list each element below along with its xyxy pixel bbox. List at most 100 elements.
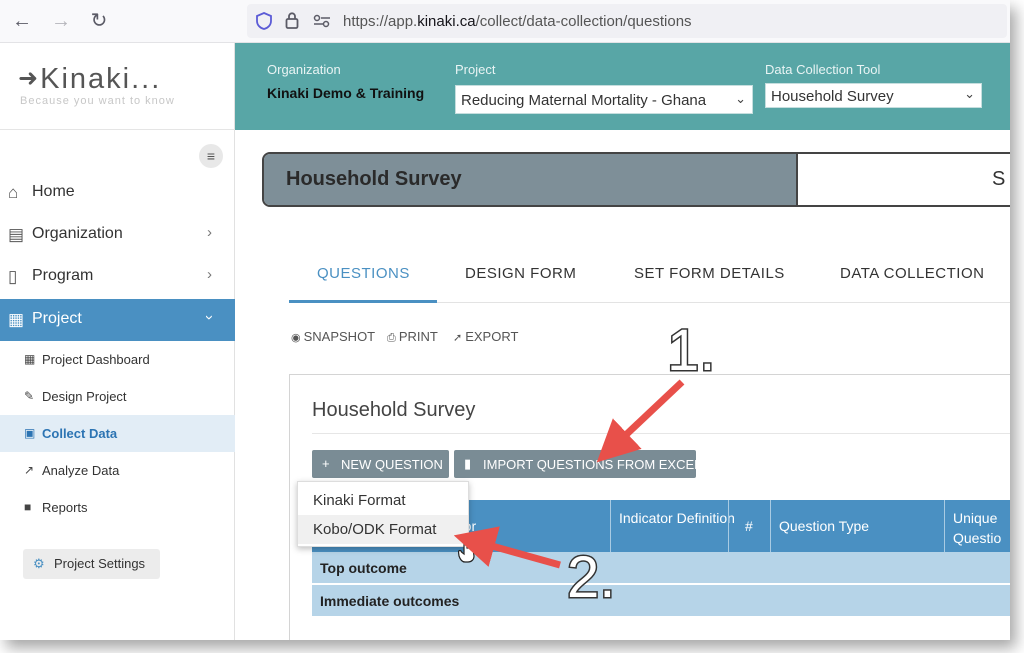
survey-header-right-text: S bbox=[992, 168, 1006, 190]
subnav-project-dashboard[interactable]: ▦ Project Dashboard bbox=[0, 341, 235, 378]
subnav-label: Reports bbox=[42, 500, 88, 515]
chevron-down-icon: › bbox=[201, 315, 218, 320]
new-question-menu: Kinaki Format Kobo/ODK Format bbox=[297, 481, 469, 547]
menu-item-kinaki-format[interactable]: Kinaki Format bbox=[298, 486, 468, 515]
active-tab-indicator bbox=[289, 300, 437, 303]
plus-icon: + bbox=[322, 456, 330, 471]
nav-program-label: Program bbox=[32, 267, 94, 284]
export-action[interactable]: ➚ EXPORT bbox=[453, 329, 518, 344]
print-label: PRINT bbox=[398, 329, 438, 344]
nav-program[interactable]: ▯ Program › bbox=[0, 256, 235, 298]
tab-data-collection[interactable]: DATA COLLECTION bbox=[840, 265, 984, 282]
import-questions-label: IMPORT QUESTIONS FROM EXCEL bbox=[483, 457, 702, 472]
snapshot-label: SNAPSHOT bbox=[303, 329, 376, 344]
column-header-label: # bbox=[745, 518, 753, 534]
nav-project-label: Project bbox=[32, 310, 82, 327]
column-header-label: Indicator Definition bbox=[619, 508, 735, 528]
indicator-definition-label: Indicator Definition bbox=[619, 510, 735, 526]
home-icon: ⌂ bbox=[8, 183, 19, 202]
nav-home[interactable]: ⌂ Home bbox=[0, 172, 235, 214]
project-label: Project bbox=[455, 62, 496, 77]
reload-icon[interactable]: ↻ bbox=[87, 9, 111, 33]
subnav-collect-data[interactable]: ▣ Collect Data bbox=[0, 415, 235, 452]
table-group-row[interactable]: Immediate outcomes bbox=[312, 585, 1010, 617]
permissions-icon[interactable] bbox=[313, 14, 331, 28]
divider bbox=[796, 154, 798, 205]
table-group-row[interactable]: Top outcome bbox=[312, 552, 1010, 584]
shield-icon bbox=[256, 12, 272, 30]
print-action[interactable]: ⎙ PRINT bbox=[387, 329, 438, 345]
context-header: Organization Kinaki Demo & Training Proj… bbox=[235, 43, 1010, 130]
column-header: # bbox=[728, 500, 770, 552]
subnav-label: Design Project bbox=[42, 389, 127, 404]
url-prefix: https://app. bbox=[343, 13, 418, 30]
subnav-reports[interactable]: ■ Reports bbox=[0, 489, 235, 526]
clipboard-icon: ▣ bbox=[24, 426, 36, 440]
new-question-button[interactable]: + NEW QUESTION bbox=[312, 450, 449, 478]
tab-questions[interactable]: QUESTIONS bbox=[317, 265, 410, 282]
column-header-label: Unique Questio bbox=[953, 510, 1002, 546]
back-arrow-icon[interactable]: ← bbox=[10, 9, 34, 33]
subnav-analyze-data[interactable]: ↗ Analyze Data bbox=[0, 452, 235, 489]
url-domain: kinaki.ca bbox=[417, 13, 476, 30]
panel-title: Household Survey bbox=[312, 399, 476, 421]
project-settings-label: Project Settings bbox=[54, 556, 146, 571]
subnav-label: Analyze Data bbox=[42, 463, 120, 478]
pencil-icon: ✎ bbox=[24, 389, 35, 403]
survey-header-bar: Household Survey S bbox=[262, 152, 1010, 207]
column-header: Question Type bbox=[770, 500, 944, 552]
lock-icon bbox=[285, 12, 299, 29]
chevron-down-icon: ⌄ bbox=[964, 86, 975, 101]
nav-project[interactable]: ▦ Project › bbox=[0, 299, 235, 341]
logo-arrow-icon: ➜ bbox=[18, 65, 41, 92]
menu-item-kobo-odk-format[interactable]: Kobo/ODK Format bbox=[298, 515, 468, 544]
sidebar: ➜Kinaki... Because you want to know ≡ ⌂ … bbox=[0, 43, 235, 640]
nav-home-label: Home bbox=[32, 183, 75, 200]
column-header-label: Question Type bbox=[779, 518, 870, 534]
group-label: Immediate outcomes bbox=[320, 593, 460, 609]
file-icon: ■ bbox=[24, 500, 32, 514]
nav-organization-label: Organization bbox=[32, 225, 123, 242]
column-header: Indicator Definition bbox=[610, 500, 735, 552]
data-collection-tool-label: Data Collection Tool bbox=[765, 62, 881, 77]
organization-name: Kinaki Demo & Training bbox=[267, 85, 425, 101]
tab-set-form-details[interactable]: SET FORM DETAILS bbox=[634, 265, 785, 282]
subnav-design-project[interactable]: ✎ Design Project bbox=[0, 378, 235, 415]
column-header: Unique Questio bbox=[944, 500, 1010, 552]
url-text: https://app.kinaki.ca/collect/data-colle… bbox=[343, 13, 692, 30]
organization-label: Organization bbox=[267, 62, 341, 77]
building-icon: ▤ bbox=[8, 225, 25, 244]
dashboard-icon: ▦ bbox=[24, 352, 36, 366]
forward-arrow-icon[interactable]: → bbox=[49, 9, 73, 33]
logo-text: Kinaki... bbox=[40, 63, 162, 95]
browser-toolbar: ← → ↻ https://app.kinaki.ca/collect/data… bbox=[0, 0, 1010, 43]
address-bar[interactable]: https://app.kinaki.ca/collect/data-colle… bbox=[247, 4, 1007, 38]
project-select[interactable]: Reducing Maternal Mortality - Ghana ⌄ bbox=[455, 85, 753, 114]
columns-icon: ▯ bbox=[8, 267, 18, 286]
chevron-right-icon: › bbox=[207, 224, 212, 241]
export-label: EXPORT bbox=[465, 329, 519, 344]
snapshot-action[interactable]: ◉ SNAPSHOT bbox=[291, 329, 375, 344]
chart-icon: ↗ bbox=[24, 463, 35, 477]
tab-design-form[interactable]: DESIGN FORM bbox=[465, 265, 576, 282]
subnav-label: Project Dashboard bbox=[42, 352, 150, 367]
camera-icon: ◉ bbox=[291, 332, 301, 344]
data-collection-tool-select[interactable]: Household Survey ⌄ bbox=[765, 83, 982, 108]
menu-toggle-icon[interactable]: ≡ bbox=[199, 144, 223, 168]
divider bbox=[312, 433, 1010, 434]
nav-organization[interactable]: ▤ Organization › bbox=[0, 214, 235, 256]
menu-item-label: Kinaki Format bbox=[313, 492, 406, 509]
project-select-value: Reducing Maternal Mortality - Ghana bbox=[461, 92, 707, 109]
gear-icon: ⚙ bbox=[33, 556, 45, 571]
print-icon: ⎙ bbox=[387, 332, 396, 344]
group-label: Top outcome bbox=[320, 560, 407, 576]
menu-item-label: Kobo/ODK Format bbox=[313, 521, 437, 538]
url-path: /collect/data-collection/questions bbox=[475, 13, 692, 30]
tool-select-value: Household Survey bbox=[771, 88, 894, 105]
import-questions-button[interactable]: ▮ IMPORT QUESTIONS FROM EXCEL bbox=[454, 450, 701, 478]
dashboard-icon: ▦ bbox=[8, 310, 25, 329]
logo[interactable]: ➜Kinaki... bbox=[18, 63, 161, 96]
divider bbox=[0, 129, 235, 130]
chevron-down-icon: ⌄ bbox=[735, 91, 746, 106]
project-settings-button[interactable]: ⚙ Project Settings bbox=[23, 549, 160, 579]
